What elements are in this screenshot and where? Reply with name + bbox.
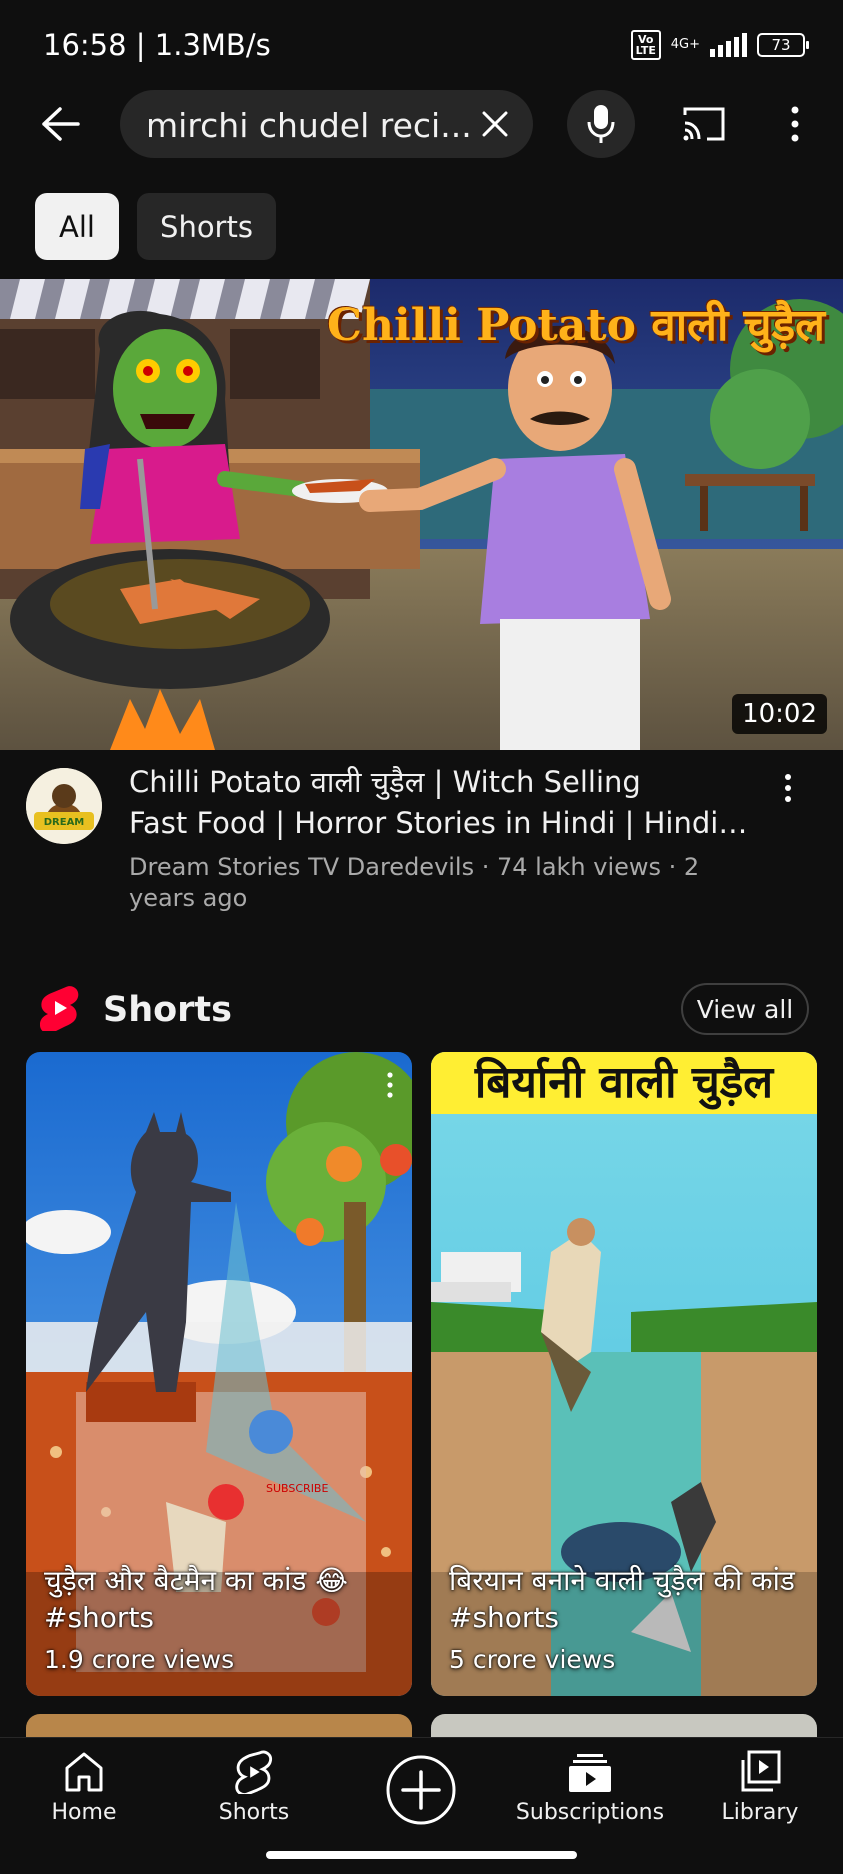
network-type: 4G+ xyxy=(670,37,700,52)
back-arrow-icon xyxy=(42,107,80,141)
short-1-title: चुड़ैल और बैटमैन का कांड 😂 #shorts xyxy=(44,1564,348,1634)
subscriptions-icon xyxy=(569,1754,611,1792)
more-vert-icon xyxy=(785,774,791,802)
close-icon xyxy=(482,111,508,137)
microphone-icon xyxy=(587,105,615,143)
clear-search-button[interactable] xyxy=(475,104,515,144)
more-options-button[interactable] xyxy=(770,94,820,154)
nav-home-label: Home xyxy=(51,1800,117,1825)
nav-shorts-label: Shorts xyxy=(218,1800,290,1825)
short-1-views: 1.9 crore views xyxy=(44,1645,235,1674)
shorts-icon xyxy=(235,1750,273,1794)
chip-shorts[interactable]: Shorts xyxy=(137,193,276,260)
video-thumbnail[interactable]: Chilli Potato वाली चुड़ैल 10:02 xyxy=(0,279,843,750)
search-box[interactable]: mirchi chudel reci... xyxy=(120,90,533,158)
short-card-2[interactable]: बिर्यानी वाली चुड़ैल बिरयान बनाने वाली च… xyxy=(431,1052,817,1696)
search-input[interactable]: mirchi chudel reci... xyxy=(146,106,472,145)
svg-text:DREAM: DREAM xyxy=(44,817,85,828)
video-duration: 10:02 xyxy=(732,694,827,734)
short-card-1[interactable]: SUBSCRIBE चुड़ैल और बैटमैन का कांड 😂 #sh… xyxy=(26,1052,412,1696)
nav-subscriptions-label: Subscriptions xyxy=(515,1800,665,1825)
video-metadata: Dream Stories TV Daredevils · 74 lakh vi… xyxy=(129,853,700,912)
nav-library-label: Library xyxy=(721,1800,799,1825)
shorts-section-title: Shorts xyxy=(103,990,232,1030)
nav-create[interactable] xyxy=(385,1754,457,1826)
more-vert-icon xyxy=(791,106,799,142)
cast-button[interactable] xyxy=(672,94,736,154)
shorts-logo-icon xyxy=(39,985,80,1035)
home-icon xyxy=(65,1752,103,1792)
create-icon xyxy=(386,1755,456,1825)
signal-icon xyxy=(710,33,747,57)
video-title[interactable]: Chilli Potato वाली चुड़ैल | Witch Sellin… xyxy=(129,762,749,844)
volte-icon: Vo LTE xyxy=(630,30,661,60)
nav-shorts[interactable]: Shorts xyxy=(218,1750,290,1825)
status-time: 16:58 | 1.3MB/s xyxy=(43,28,271,62)
short-1-more-button[interactable] xyxy=(378,1066,402,1104)
thumbnail-title-text: Chilli Potato वाली चुड़ैल xyxy=(327,300,825,351)
home-indicator[interactable] xyxy=(266,1851,577,1859)
video-more-button[interactable] xyxy=(773,768,803,808)
back-button[interactable] xyxy=(28,92,92,156)
channel-avatar[interactable]: DREAM xyxy=(26,768,102,844)
subscribe-overlay: SUBSCRIBE xyxy=(266,1482,328,1495)
nav-home[interactable]: Home xyxy=(48,1750,120,1825)
library-icon xyxy=(741,1750,781,1792)
channel-logo-icon: DREAM xyxy=(26,768,102,844)
nav-subscriptions[interactable]: Subscriptions xyxy=(516,1750,664,1825)
short-2-views: 5 crore views xyxy=(449,1645,616,1674)
video-title-line2[interactable]: Fast Food | Horror Stories in Hindi | Hi… xyxy=(129,803,749,844)
voice-search-button[interactable] xyxy=(567,90,635,158)
more-vert-icon xyxy=(387,1072,393,1098)
chip-all[interactable]: All xyxy=(35,193,119,260)
status-icons: Vo LTE 4G+ 73 xyxy=(630,30,809,60)
short-2-banner-text: बिर्यानी वाली चुड़ैल xyxy=(474,1057,774,1108)
cast-icon xyxy=(683,107,725,141)
view-all-button[interactable]: View all xyxy=(681,983,809,1035)
nav-library[interactable]: Library xyxy=(722,1750,798,1825)
battery-level: 73 xyxy=(771,36,791,54)
battery-icon: 73 xyxy=(757,33,809,57)
video-title-line1[interactable]: Chilli Potato वाली चुड़ैल | Witch Sellin… xyxy=(129,762,749,803)
short-2-title: बिरयान बनाने वाली चुड़ैल की कांड #shorts xyxy=(449,1564,795,1634)
